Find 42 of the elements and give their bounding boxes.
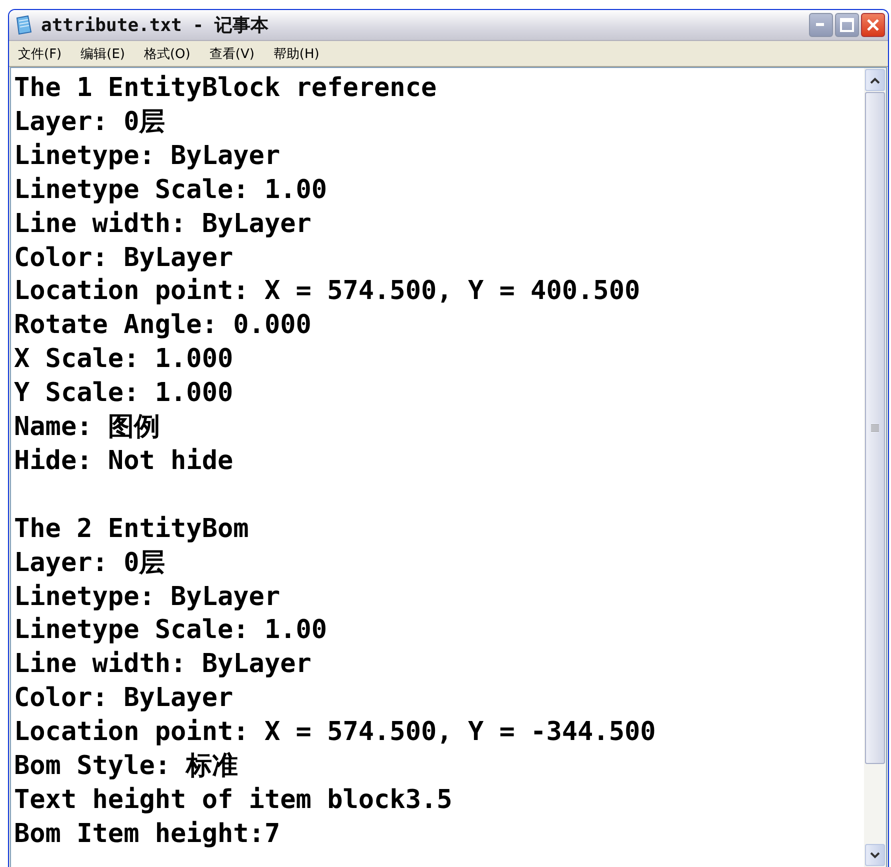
text-line: Layer: 0层 xyxy=(14,106,166,139)
text-line: Rotate Angle: 0.000 xyxy=(14,309,312,342)
text-line: Bom Item height:7 xyxy=(14,818,282,851)
text-line: X Scale: 1.000 xyxy=(14,343,234,376)
vertical-scrollbar[interactable] xyxy=(864,68,886,867)
text-line: Layer: 0层 xyxy=(14,546,166,580)
scroll-down-button[interactable] xyxy=(865,844,885,866)
caret-up-icon xyxy=(870,76,880,84)
text-line: Line width: ByLayer xyxy=(14,648,312,682)
menu-item[interactable]: 编辑(E) xyxy=(80,44,125,62)
text-line: Hide: Not hide xyxy=(14,444,234,478)
menu-item[interactable]: 格式(O) xyxy=(144,44,190,62)
grip-icon xyxy=(871,424,879,432)
text-line: Color: ByLayer xyxy=(14,682,234,716)
text-line: Line width: ByLayer xyxy=(14,208,312,241)
text-line: Color: ByLayer xyxy=(14,242,234,275)
notepad-icon xyxy=(15,15,33,35)
scroll-thumb[interactable] xyxy=(865,92,885,764)
caret-down-icon xyxy=(870,852,880,858)
text-line: Location point: X = 574.500, Y = 400.500 xyxy=(14,275,642,308)
text-line: Name: 图例 xyxy=(14,411,161,444)
scroll-up-button[interactable] xyxy=(865,69,885,91)
text-line: Bom Style: 标准 xyxy=(14,750,240,784)
menu-item[interactable]: 帮助(H) xyxy=(273,44,320,62)
minimize-icon xyxy=(816,23,826,27)
menu-item[interactable]: 文件(F) xyxy=(18,44,62,62)
text-line: Linetype: ByLayer xyxy=(14,580,282,614)
text-line: The 2 EntityBom xyxy=(14,512,250,546)
text-line: Linetype Scale: 1.00 xyxy=(14,614,328,648)
maximize-icon xyxy=(840,18,854,32)
close-icon xyxy=(866,18,880,32)
text-line: Text height of item block3.5 xyxy=(14,784,454,818)
close-button[interactable] xyxy=(861,13,885,37)
window-title: attribute.txt - 记事本 xyxy=(41,14,270,37)
text-line: Location point: X = 574.500, Y = -344.500 xyxy=(14,716,657,750)
menu-item[interactable]: 查看(V) xyxy=(209,44,254,62)
maximize-button[interactable] xyxy=(835,13,859,37)
text-line: Y Scale: 1.000 xyxy=(14,377,234,410)
minimize-button[interactable] xyxy=(809,13,833,37)
text-line: The 1 EntityBlock reference xyxy=(14,72,438,105)
text-line: Linetype Scale: 1.00 xyxy=(14,174,328,207)
text-line: Linetype: ByLayer xyxy=(14,140,282,173)
